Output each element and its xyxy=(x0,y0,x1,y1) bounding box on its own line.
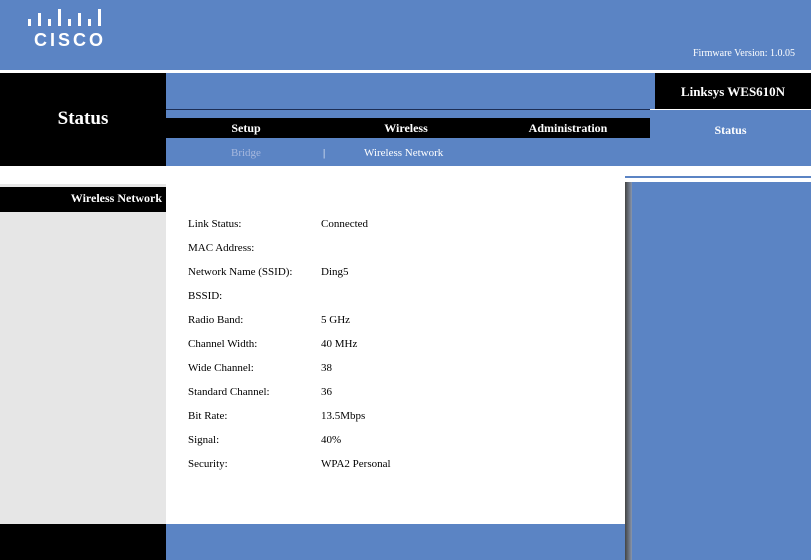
status-value: 38 xyxy=(321,362,332,374)
logo-wordmark: CISCO xyxy=(34,30,107,50)
left-spacer xyxy=(0,166,166,184)
status-label: Bit Rate: xyxy=(188,410,228,422)
left-panel xyxy=(0,184,166,524)
tab-wireless[interactable]: Wireless xyxy=(326,121,486,136)
section-title: Wireless Network xyxy=(70,191,162,205)
firmware-value: 1.0.05 xyxy=(770,48,795,59)
status-label: Signal: xyxy=(188,434,220,446)
header-bar xyxy=(0,0,811,70)
cisco-logo: CISCO xyxy=(26,8,108,56)
status-value: 36 xyxy=(321,386,332,398)
status-label: BSSID: xyxy=(188,290,223,302)
right-panel xyxy=(632,182,811,560)
status-label: Link Status: xyxy=(188,218,242,230)
footer-bar xyxy=(166,524,625,560)
status-label: Wide Channel: xyxy=(188,362,254,374)
nav-divider xyxy=(166,109,650,110)
right-panel-top-line xyxy=(625,176,811,178)
status-value: Connected xyxy=(321,218,369,230)
status-label: Channel Width: xyxy=(188,338,258,350)
status-value: 5 GHz xyxy=(321,314,351,326)
status-label: Radio Band: xyxy=(188,314,244,326)
tab-status[interactable]: Status xyxy=(650,123,811,138)
status-value: 13.5Mbps xyxy=(321,410,366,422)
product-name: Linksys WES610N xyxy=(680,84,786,99)
tab-setup[interactable]: Setup xyxy=(166,121,326,136)
cisco-bars-icon xyxy=(28,9,101,26)
subtab-wireless-network[interactable]: Wireless Network xyxy=(364,147,443,159)
status-label: Security: xyxy=(188,458,228,470)
tab-administration[interactable]: Administration xyxy=(486,121,650,136)
footer-left xyxy=(0,524,166,560)
status-value: 40 MHz xyxy=(321,338,358,350)
subtab-bridge[interactable]: Bridge xyxy=(231,147,261,159)
firmware-label: Firmware Version: xyxy=(692,48,768,59)
subtab-separator: | xyxy=(323,147,326,159)
status-value: 40% xyxy=(321,434,342,446)
status-value: Ding5 xyxy=(321,266,349,278)
status-label: MAC Address: xyxy=(188,242,255,254)
status-label: Network Name (SSID): xyxy=(188,266,293,278)
tab-status-active-background xyxy=(650,109,811,167)
page-title: Status xyxy=(57,108,109,129)
status-value: WPA2 Personal xyxy=(321,458,391,470)
firmware-version: Firmware Version: 1.0.05 xyxy=(620,48,795,59)
status-label: Standard Channel: xyxy=(188,386,270,398)
content-shadow xyxy=(625,182,632,560)
